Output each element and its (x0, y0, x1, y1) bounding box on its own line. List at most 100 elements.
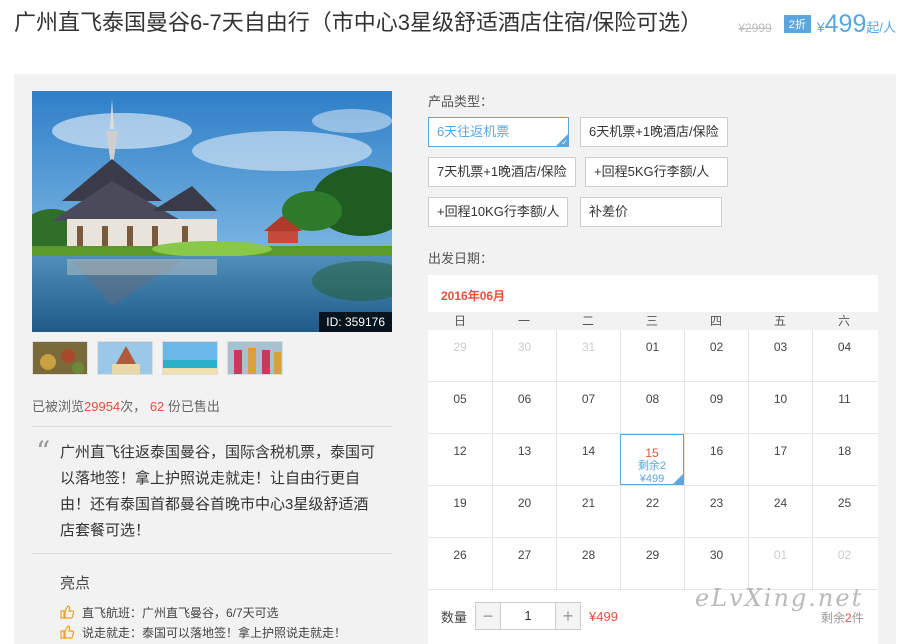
weekday-label: 二 (581, 314, 594, 328)
calendar-day: 31 (556, 330, 620, 381)
calendar-week: 05 06 07 08 09 10 11 (428, 382, 878, 434)
view-sold-stats: 已被浏览29954次， 62 份已售出 (32, 396, 220, 415)
calendar-day[interactable]: 01 (620, 330, 684, 381)
calendar-day[interactable]: 16 (684, 434, 748, 485)
calendar-day: 30 (492, 330, 556, 381)
thumbnail-beach[interactable] (162, 341, 218, 375)
views-prefix: 已被浏览 (32, 399, 85, 414)
views-mid: 次， (120, 399, 147, 414)
highlight-text: 说走就走：泰国可以落地签！拿上护照说走就走！ (82, 625, 347, 640)
calendar-day[interactable]: 02 (684, 330, 748, 381)
thumbnail-strip (32, 341, 283, 375)
calendar-day[interactable]: 27 (492, 538, 556, 589)
calendar-day[interactable]: 29 (620, 538, 684, 589)
product-header: 广州直飞泰国曼谷6-7天自由行（市中心3星级舒适酒店住宿/保险可选） ¥2999… (0, 0, 902, 74)
remain-prefix: 剩余 (821, 611, 846, 625)
calendar-day[interactable]: 21 (556, 486, 620, 537)
decrement-button[interactable]: − (476, 603, 501, 629)
option-6day-hotel[interactable]: 6天机票+1晚酒店/保险 (580, 117, 728, 147)
calendar-day[interactable]: 11 (812, 382, 876, 433)
option-10kg-baggage[interactable]: +回程10KG行李额/人 (428, 197, 568, 227)
departure-date-label: 出发日期： (428, 251, 494, 266)
product-title: 广州直飞泰国曼谷6-7天自由行（市中心3星级舒适酒店住宿/保险可选） (14, 10, 703, 35)
calendar-day-selected[interactable]: 15 剩余2 ¥499 (620, 434, 684, 485)
calendar-day: 02 (812, 538, 876, 589)
price-unit: 起/人 (866, 20, 896, 35)
calendar-day[interactable]: 06 (492, 382, 556, 433)
highlight-item: 说走就走：泰国可以落地签！拿上护照说走就走！ (60, 622, 346, 642)
weekday-label: 六 (837, 314, 850, 328)
calendar-day[interactable]: 19 (428, 486, 492, 537)
quantity-price: ¥499 (589, 608, 618, 624)
increment-button[interactable]: + (556, 603, 581, 629)
calendar-day[interactable]: 23 (684, 486, 748, 537)
calendar-day[interactable]: 13 (492, 434, 556, 485)
weekday-label: 一 (517, 314, 530, 328)
view-count: 29954 (84, 399, 121, 414)
weekday-label: 四 (709, 314, 722, 328)
sold-count: 62 (149, 399, 165, 414)
highlight-item: 直飞航班：广州直飞曼谷，6/7天可选 (60, 602, 346, 622)
option-6day-flight[interactable]: 6天往返机票 (428, 117, 569, 149)
highlights-title: 亮点 (60, 575, 91, 592)
remain-suffix: 件 (851, 611, 864, 625)
sold-suffix: 份已售出 (167, 399, 220, 414)
remain-count: 2 (845, 611, 852, 625)
weekday-label: 日 (453, 314, 466, 328)
calendar-day[interactable]: 25 (812, 486, 876, 537)
calendar-day[interactable]: 03 (748, 330, 812, 381)
intro-text: 广州直飞往返泰国曼谷，国际含税机票，泰国可以落地签！拿上护照说走就走！让自由行更… (60, 444, 376, 539)
calendar-day[interactable]: 10 (748, 382, 812, 433)
current-price: 499 (824, 10, 867, 38)
temple-lake-photo (32, 91, 392, 332)
thumbs-up-icon (60, 605, 74, 619)
product-type-label: 产品类型： (428, 94, 494, 109)
option-price-difference[interactable]: 补差价 (580, 197, 722, 227)
quantity-row: 数量 − 1 + ¥499 (441, 602, 618, 630)
product-detail: ID: 359176 已被浏览29954次， 62 份已售出 “ 广州直飞往返泰… (14, 74, 896, 644)
quantity-input[interactable]: 1 (500, 603, 557, 629)
calendar-day[interactable]: 05 (428, 382, 492, 433)
calendar-day[interactable]: 20 (492, 486, 556, 537)
day-number: 15 (645, 446, 659, 460)
weekday-header: 日一二三四五六 (428, 312, 878, 330)
quantity-stepper: − 1 + (475, 602, 582, 630)
calendar-day[interactable]: 09 (684, 382, 748, 433)
calendar-week: 26 27 28 29 30 01 02 (428, 538, 878, 590)
calendar-week: 12 13 14 15 剩余2 ¥499 16 17 18 (428, 434, 878, 486)
option-7day-hotel[interactable]: 7天机票+1晚酒店/保险 (428, 157, 576, 187)
product-intro: “ 广州直飞往返泰国曼谷，国际含税机票，泰国可以落地签！拿上护照说走就走！让自由… (32, 426, 392, 554)
calendar-day[interactable]: 17 (748, 434, 812, 485)
thumbnail-temple[interactable] (97, 341, 153, 375)
quote-icon: “ (36, 435, 51, 468)
day-remaining: 剩余2 (637, 460, 667, 472)
calendar-week: 19 20 21 22 23 24 25 (428, 486, 878, 538)
thumbnail-market[interactable] (32, 341, 88, 375)
calendar-day[interactable]: 04 (812, 330, 876, 381)
calendar-day[interactable]: 07 (556, 382, 620, 433)
weekday-label: 三 (645, 314, 658, 328)
calendar-grid: 29 30 31 01 02 03 04 05 06 07 08 09 10 11 12 13 14 15 剩余2 ¥… (428, 330, 878, 590)
calendar-month: 2016年06月 (441, 289, 506, 303)
highlight-text: 直飞航班：广州直飞曼谷，6/7天可选 (82, 605, 279, 620)
price-box: ¥2999 2折 ¥ 499 起/人 (738, 10, 896, 40)
calendar-day[interactable]: 22 (620, 486, 684, 537)
watermark: eLvXing.net (695, 584, 864, 612)
day-price: ¥499 (639, 473, 665, 485)
calendar-day[interactable]: 24 (748, 486, 812, 537)
calendar-day[interactable]: 28 (556, 538, 620, 589)
calendar-day[interactable]: 18 (812, 434, 876, 485)
calendar-day[interactable]: 12 (428, 434, 492, 485)
discount-badge: 2折 (783, 15, 811, 33)
thumbnail-statues[interactable] (227, 341, 283, 375)
calendar-day: 01 (748, 538, 812, 589)
calendar-day[interactable]: 14 (556, 434, 620, 485)
calendar-day[interactable]: 08 (620, 382, 684, 433)
highlights-list: 直飞航班：广州直飞曼谷，6/7天可选 说走就走：泰国可以落地签！拿上护照说走就走… (60, 602, 346, 642)
calendar-week: 29 30 31 01 02 03 04 (428, 330, 878, 382)
hero-image[interactable]: ID: 359176 (32, 91, 392, 332)
calendar-day[interactable]: 26 (428, 538, 492, 589)
option-5kg-baggage[interactable]: +回程5KG行李额/人 (585, 157, 728, 187)
weekday-label: 五 (773, 314, 786, 328)
calendar-day[interactable]: 30 (684, 538, 748, 589)
